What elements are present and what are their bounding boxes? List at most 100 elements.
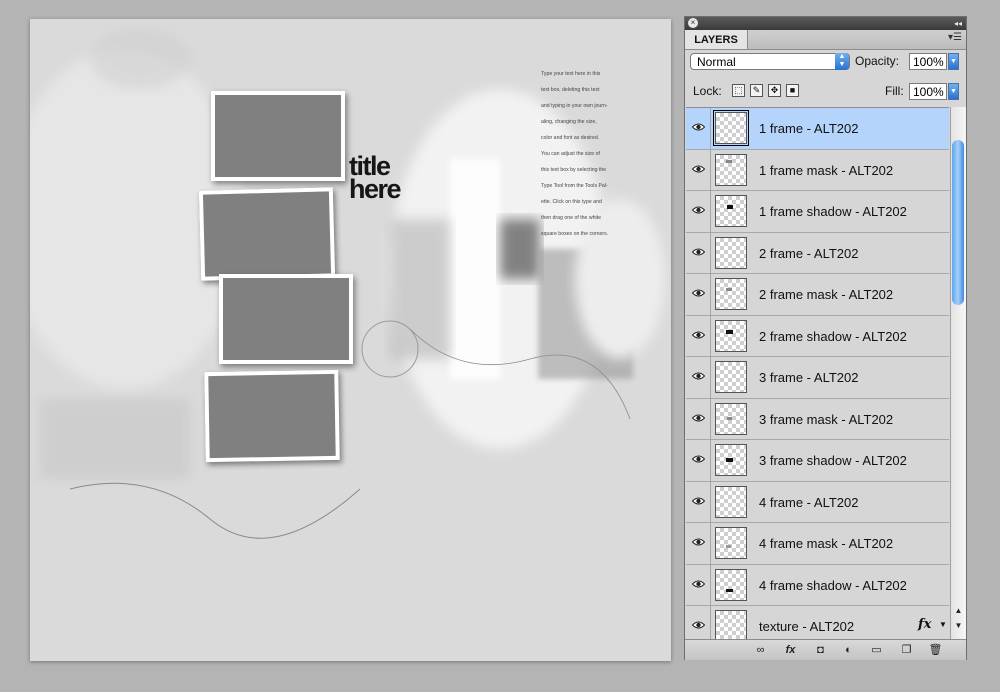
visibility-toggle[interactable] [686,191,711,232]
layer-thumbnail[interactable] [715,361,747,393]
lock-all-icon[interactable]: ■ [786,84,799,97]
panel-titlebar[interactable]: × ◂◂ [685,17,966,30]
layer-name[interactable]: 2 frame shadow - ALT202 [759,329,907,344]
scroll-up-icon[interactable]: ▲ [952,604,965,617]
layer-thumbnail[interactable] [715,319,747,352]
layer-name[interactable]: 1 frame - ALT202 [759,121,858,136]
eye-icon [692,538,705,546]
opacity-dropdown-icon[interactable]: ▼ [948,53,959,70]
document-canvas[interactable]: title here Type your text here in this te… [30,19,671,661]
thumbnail-content [726,288,732,291]
layer-row[interactable]: 4 frame mask - ALT202 [686,523,949,565]
lock-image-icon[interactable]: ✎ [750,84,763,97]
journal-line: You can adjust the size of [541,151,600,157]
blend-mode-select[interactable]: Normal ▲ ▼ [690,53,850,70]
fill-dropdown-icon[interactable]: ▼ [948,83,959,100]
layer-thumbnail[interactable] [715,278,747,310]
panel-menu-icon[interactable]: ▾☰ [948,32,962,43]
effects-expand-icon[interactable]: ▼ [939,620,947,629]
fill-input[interactable]: 100% [909,83,947,100]
layer-row[interactable]: 3 frame shadow - ALT202 [686,440,949,482]
layer-row[interactable]: 4 frame - ALT202 [686,481,949,523]
layer-row[interactable]: 3 frame - ALT202 [686,357,949,399]
scroll-down-icon[interactable]: ▼ [952,619,965,632]
delete-layer-icon[interactable]: 🗑 [928,643,943,657]
close-icon[interactable]: × [688,18,698,28]
journal-line: then drag one of the white [541,215,601,221]
photo-placeholder-1[interactable] [211,91,345,181]
layer-thumbnail[interactable] [715,444,747,476]
layer-row[interactable]: 1 frame - ALT202 [686,108,949,150]
add-style-icon[interactable]: fx [783,643,798,657]
layer-thumbnail[interactable] [715,568,747,601]
visibility-toggle[interactable] [686,481,711,522]
layer-thumbnail[interactable] [715,610,747,640]
layer-row[interactable]: 4 frame shadow - ALT202 [686,564,949,606]
lock-transparent-icon[interactable]: ⬚ [732,84,745,97]
layer-thumbnail[interactable] [715,402,747,435]
layer-row[interactable]: 2 frame - ALT202 [686,232,949,274]
visibility-toggle[interactable] [686,108,711,149]
photo-placeholder-4[interactable] [204,369,340,463]
adjustment-layer-icon[interactable]: ◐ [841,643,856,657]
scrollbar-thumb[interactable] [952,140,964,305]
photo-placeholder-3[interactable] [219,274,353,364]
layer-name[interactable]: 4 frame mask - ALT202 [759,536,893,551]
link-layers-icon[interactable]: ∞ [753,643,768,657]
layer-row[interactable]: 3 frame mask - ALT202 [686,398,949,440]
thumbnail-content [727,416,732,420]
layer-name[interactable]: texture - ALT202 [759,619,854,634]
collapse-icon[interactable]: ◂◂ [954,17,962,30]
visibility-toggle[interactable] [686,398,711,439]
eye-icon [692,123,705,131]
journal-line: color and font as desired. [541,135,600,141]
layer-row[interactable]: 2 frame mask - ALT202 [686,274,949,316]
layer-name[interactable]: 2 frame - ALT202 [759,246,858,261]
new-group-icon[interactable]: ▭ [869,643,884,657]
visibility-toggle[interactable] [686,315,711,356]
journal-line: square boxes on the corners. [541,231,609,237]
layer-effects-icon[interactable]: fx [918,617,931,632]
visibility-toggle[interactable] [686,357,711,398]
visibility-toggle[interactable] [686,606,711,640]
layer-row[interactable]: 1 frame shadow - ALT202 [686,191,949,233]
layer-row[interactable]: 1 frame mask - ALT202 [686,149,949,191]
layer-thumbnail[interactable] [715,153,747,186]
eye-icon [692,165,705,172]
layer-thumbnail[interactable] [715,527,747,559]
title-placeholder-text[interactable]: title here [349,153,402,203]
layers-scrollbar[interactable]: ▲ ▼ [950,107,966,639]
journal-line: Type Tool from the Tools Pal- [541,183,608,189]
visibility-toggle[interactable] [686,149,711,190]
layers-panel: × ◂◂ LAYERS ▾☰ Normal ▲ ▼ Opacity: 100% ▼… [684,16,967,660]
layer-thumbnail[interactable] [715,195,747,227]
visibility-toggle[interactable] [686,564,711,605]
layer-name[interactable]: 3 frame mask - ALT202 [759,412,893,427]
photo-placeholder-2[interactable] [198,187,336,281]
layer-name[interactable]: 3 frame shadow - ALT202 [759,453,907,468]
new-layer-icon[interactable]: ❐ [899,643,914,657]
visibility-toggle[interactable] [686,274,711,315]
eye-icon [692,497,705,504]
opacity-input[interactable]: 100% [909,53,947,70]
layer-name[interactable]: 1 frame mask - ALT202 [759,163,893,178]
lock-position-icon[interactable]: ✥ [768,84,781,97]
visibility-toggle[interactable] [686,523,711,564]
layer-thumbnail[interactable] [715,236,747,269]
visibility-toggle[interactable] [686,440,711,481]
layer-thumbnail[interactable] [713,110,749,146]
layer-name[interactable]: 3 frame - ALT202 [759,370,858,385]
journaling-text-box[interactable]: Type your text here in this text box, del… [541,66,631,242]
layer-name[interactable]: 4 frame shadow - ALT202 [759,578,907,593]
layer-row[interactable]: 2 frame shadow - ALT202 [686,315,949,357]
layers-list: 1 frame - ALT202 1 frame mask - ALT202 1 f… [686,107,949,640]
layer-row[interactable]: texture - ALT202 fx ▼ [686,606,949,640]
add-mask-icon[interactable]: ◘ [813,643,828,657]
thumbnail-content [726,545,731,548]
layer-name[interactable]: 2 frame mask - ALT202 [759,287,893,302]
layer-name[interactable]: 1 frame shadow - ALT202 [759,204,907,219]
visibility-toggle[interactable] [686,232,711,273]
tab-layers[interactable]: LAYERS [685,30,748,49]
layer-name[interactable]: 4 frame - ALT202 [759,495,858,510]
layer-thumbnail[interactable] [715,485,747,518]
